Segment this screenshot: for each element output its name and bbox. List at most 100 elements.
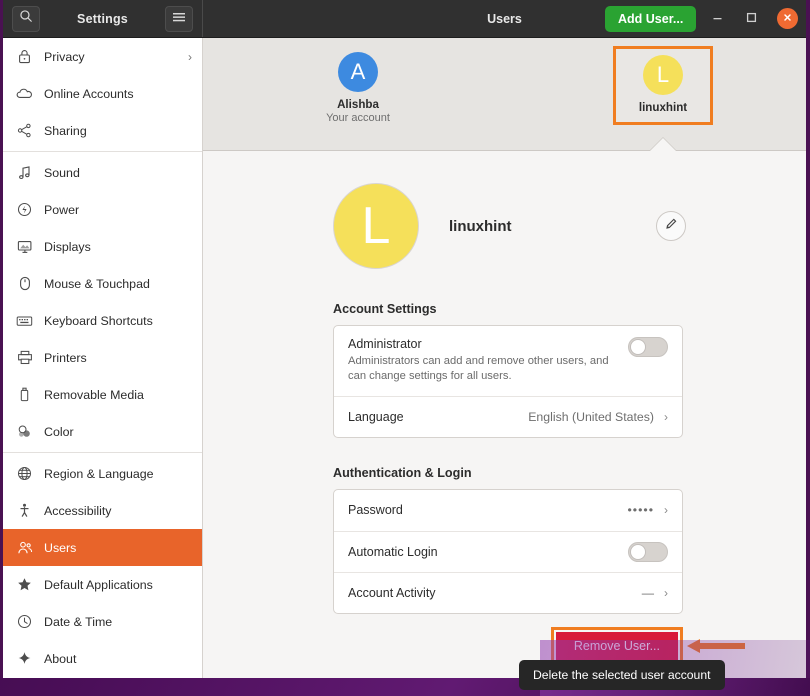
monitor-icon — [15, 238, 34, 255]
language-value: English (United States) — [528, 409, 654, 424]
left-pointing-arrow-icon — [687, 639, 745, 653]
sidebar-item-removable-media[interactable]: Removable Media — [3, 376, 202, 413]
user-profile-header: L linuxhint — [333, 151, 686, 269]
sidebar-item-about[interactable]: About — [3, 640, 202, 677]
sidebar-item-color[interactable]: Color — [3, 413, 202, 450]
password-row[interactable]: Password ••••• › — [334, 490, 682, 531]
maximize-icon — [746, 10, 757, 28]
language-row[interactable]: Language English (United States) › — [334, 395, 682, 437]
cloud-icon — [15, 85, 34, 102]
sidebar-item-label: Date & Time — [44, 614, 113, 629]
add-user-button[interactable]: Add User... — [605, 5, 697, 32]
account-settings-section: Account Settings Administrator Administr… — [333, 302, 683, 438]
chevron-right-icon: › — [664, 585, 668, 600]
selected-user-pointer — [650, 138, 676, 151]
search-icon — [19, 9, 33, 28]
maximize-button[interactable] — [743, 10, 760, 27]
sidebar-item-sharing[interactable]: Sharing — [3, 112, 202, 149]
sidebar-item-label: Color — [44, 424, 74, 439]
profile-avatar: L — [333, 183, 419, 269]
share-nodes-icon — [15, 122, 34, 139]
clock-icon — [15, 613, 34, 630]
settings-window: Settings Users Add User... Privacy › Onl… — [0, 0, 810, 678]
sidebar-item-online-accounts[interactable]: Online Accounts — [3, 75, 202, 112]
sidebar-item-label: Mouse & Touchpad — [44, 276, 150, 291]
pencil-edit-icon — [664, 217, 678, 236]
sidebar-item-label: Online Accounts — [44, 86, 134, 101]
close-icon — [782, 10, 793, 28]
password-label: Password — [348, 503, 403, 518]
sidebar-item-label: Region & Language — [44, 466, 154, 481]
sidebar-item-label: Power — [44, 202, 80, 217]
toggle-knob — [630, 543, 646, 560]
sidebar-item-label: Sharing — [44, 123, 87, 138]
minimize-button[interactable] — [709, 10, 726, 27]
sidebar-item-sound[interactable]: Sound — [3, 154, 202, 191]
user-detail-panel: L linuxhint Account Settings Administrat… — [203, 151, 806, 678]
user-card-name: Alishba — [337, 98, 379, 111]
window-body: Privacy › Online Accounts Sharing Sound … — [3, 38, 806, 678]
power-icon — [15, 201, 34, 218]
administrator-description: Administrators can add and remove other … — [348, 355, 609, 382]
sidebar-item-label: Removable Media — [44, 387, 144, 402]
account-activity-row[interactable]: Account Activity — › — [334, 571, 682, 613]
authentication-login-section: Authentication & Login Password ••••• › … — [333, 466, 683, 614]
edit-avatar-button[interactable] — [656, 211, 686, 241]
administrator-label: Administrator — [348, 337, 422, 351]
account-activity-label: Account Activity — [348, 585, 436, 600]
sparkle-icon — [15, 650, 34, 667]
sidebar-item-users[interactable]: Users — [3, 529, 202, 566]
section-title: Authentication & Login — [333, 465, 472, 480]
user-card-alishba[interactable]: A Alishba Your account — [308, 52, 408, 124]
sidebar-item-accessibility[interactable]: Accessibility — [3, 492, 202, 529]
globe-icon — [15, 465, 34, 482]
user-card-linuxhint[interactable]: L linuxhint — [613, 46, 713, 125]
sidebar-item-keyboard-shortcuts[interactable]: Keyboard Shortcuts — [3, 302, 202, 339]
user-card-subtitle: Your account — [326, 112, 390, 124]
account-activity-value: — — [641, 585, 654, 600]
automatic-login-label: Automatic Login — [348, 544, 438, 559]
sidebar-item-privacy[interactable]: Privacy › — [3, 38, 202, 75]
minimize-icon — [712, 10, 723, 28]
authentication-login-list: Password ••••• › Automatic Login Account… — [333, 488, 683, 614]
remove-user-button[interactable]: Remove User... — [555, 632, 678, 660]
language-label: Language — [348, 409, 404, 424]
sidebar-item-label: Users — [44, 540, 77, 555]
mouse-icon — [15, 275, 34, 292]
avatar: L — [643, 55, 683, 95]
sidebar-item-label: Default Applications — [44, 577, 153, 592]
sidebar-divider — [3, 151, 202, 152]
sidebar-item-label: Printers — [44, 350, 87, 365]
sidebar-item-label: Keyboard Shortcuts — [44, 313, 153, 328]
sidebar-item-printers[interactable]: Printers — [3, 339, 202, 376]
avatar: A — [338, 52, 378, 92]
automatic-login-toggle[interactable] — [628, 541, 668, 562]
window-controls — [709, 8, 798, 29]
sidebar-item-label: Displays — [44, 239, 91, 254]
chevron-right-icon: › — [664, 503, 668, 518]
user-card-name: linuxhint — [638, 101, 688, 114]
automatic-login-row[interactable]: Automatic Login — [334, 530, 682, 572]
remove-user-tooltip: Delete the selected user account — [519, 660, 725, 690]
sidebar-item-power[interactable]: Power — [3, 191, 202, 228]
sidebar-item-label: About — [44, 651, 77, 666]
sidebar-item-default-applications[interactable]: Default Applications — [3, 566, 202, 603]
administrator-row[interactable]: Administrator Administrators can add and… — [334, 326, 682, 396]
sidebar-item-date-time[interactable]: Date & Time — [3, 603, 202, 640]
sidebar-item-displays[interactable]: Displays — [3, 228, 202, 265]
lock-icon — [15, 48, 34, 65]
administrator-toggle[interactable] — [628, 337, 668, 357]
sidebar-item-region-language[interactable]: Region & Language — [3, 455, 202, 492]
close-button[interactable] — [777, 8, 798, 29]
sidebar-item-mouse-touchpad[interactable]: Mouse & Touchpad — [3, 265, 202, 302]
section-title: Account Settings — [333, 302, 437, 316]
star-icon — [15, 576, 34, 593]
sidebar-item-label: Accessibility — [44, 503, 112, 518]
search-button[interactable] — [12, 5, 40, 32]
users-panel: A Alishba Your account L linuxhint L lin… — [203, 38, 806, 678]
window-titlebar: Settings Users Add User... — [3, 0, 806, 38]
profile-username: linuxhint — [449, 217, 512, 235]
sidebar-item-label: Sound — [44, 165, 80, 180]
main-menu-button[interactable] — [165, 5, 193, 32]
keyboard-icon — [15, 312, 34, 329]
